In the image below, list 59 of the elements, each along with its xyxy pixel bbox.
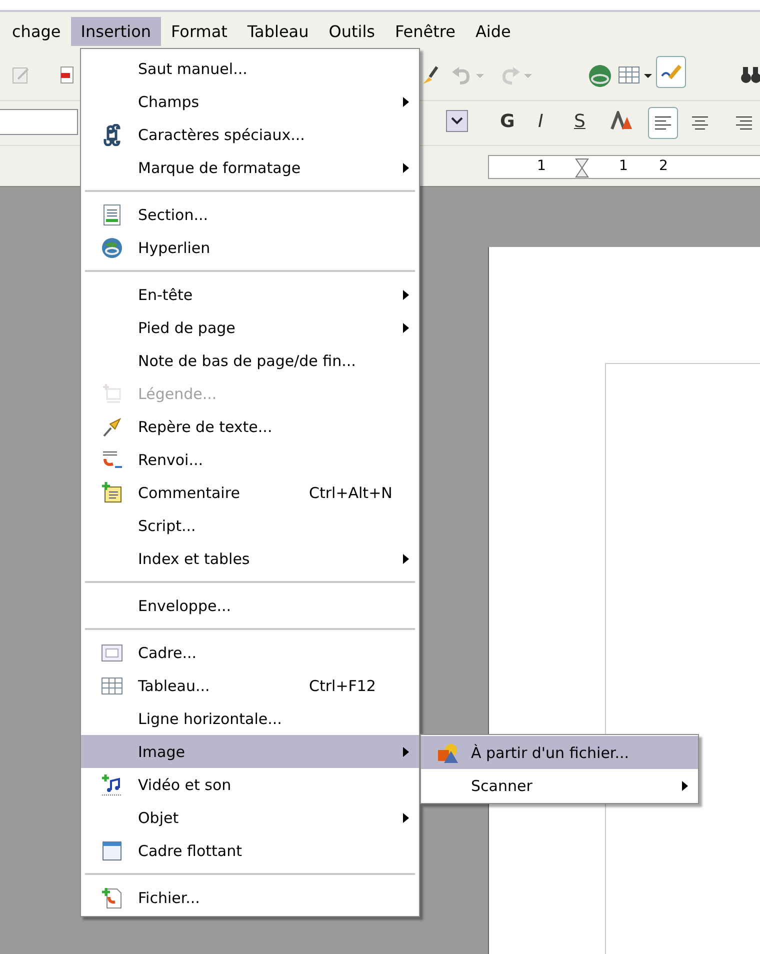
bold-button[interactable]: G [500,111,515,132]
ruler-label: 2 [659,158,668,174]
menu-bar-item[interactable]: Insertion [70,16,162,46]
menu-item[interactable]: Repère de texte... [81,410,419,443]
menu-item[interactable]: Vidéo et son [81,768,419,801]
menu-item[interactable]: Champs [81,85,419,118]
menu-item[interactable]: Hyperlien [81,231,419,264]
italic-button[interactable]: I [538,111,544,132]
menu-item[interactable]: Marque de formatage [81,151,419,184]
menu-item[interactable]: En-tête [81,278,419,311]
menu-bar-item[interactable]: Fenêtre [384,16,466,46]
menu-item[interactable]: Tableau... Ctrl+F12 [81,669,419,702]
menu-bar-item[interactable]: Aide [465,16,521,46]
ruler-label: 1 [537,158,546,174]
globe-icon [100,236,122,258]
ruler-label: 1 [619,158,628,174]
menu-item[interactable]: Note de bas de page/de fin... [81,344,419,377]
menu-item[interactable]: Section... [81,198,419,231]
note-icon [100,482,122,504]
menu-item[interactable]: Fichier... [81,881,419,914]
pdf-icon[interactable] [60,64,74,86]
align-left-icon[interactable] [648,107,678,139]
menu-item[interactable]: Enveloppe... [81,589,419,622]
menu-bar-item[interactable]: Outils [318,16,385,46]
file-icon [100,886,122,908]
menu-item[interactable]: Renvoi... [81,443,419,476]
indent-marker-icon[interactable] [575,158,589,178]
menu-bar-item[interactable]: Format [161,16,238,46]
arrow-lines-icon [100,448,122,470]
menu-item[interactable]: Cadre... [81,636,419,669]
document-icon [100,204,122,226]
pushpin-icon [100,416,122,438]
dropdown-button-icon[interactable] [446,110,468,132]
menu-item[interactable]: Commentaire Ctrl+Alt+N [81,476,419,509]
menu-item[interactable]: Index et tables [81,542,419,575]
menu-item[interactable]: Cadre flottant [81,834,419,867]
caption-icon [100,382,122,404]
menu-item[interactable]: Image [81,735,419,768]
menu-item[interactable]: Saut manuel... [81,52,419,85]
shadow-button[interactable]: S [574,111,586,132]
menu-item[interactable]: À partir d'un fichier... [421,736,698,769]
music-note-icon [100,774,122,796]
menu-bar-item[interactable]: Tableau [237,16,319,46]
table-icon [100,674,122,696]
globe-icon[interactable] [588,64,612,88]
binoculars-icon[interactable] [740,64,760,86]
window-icon [100,840,122,862]
menu-item[interactable]: Ligne horizontale... [81,702,419,735]
font-name-field[interactable] [0,109,78,135]
shapes-icon [436,742,460,764]
menu-bar-item[interactable]: chage [2,16,71,46]
menu-item[interactable]: Objet [81,801,419,834]
menu-item[interactable]: Scanner [421,769,698,802]
brush-icon[interactable] [420,64,440,86]
menu-item[interactable]: Pied de page [81,311,419,344]
table-icon[interactable] [618,64,640,86]
menu-item[interactable]: Script... [81,509,419,542]
menu-item[interactable]: Caractères spéciaux... [81,118,419,151]
frame-icon [100,642,122,664]
